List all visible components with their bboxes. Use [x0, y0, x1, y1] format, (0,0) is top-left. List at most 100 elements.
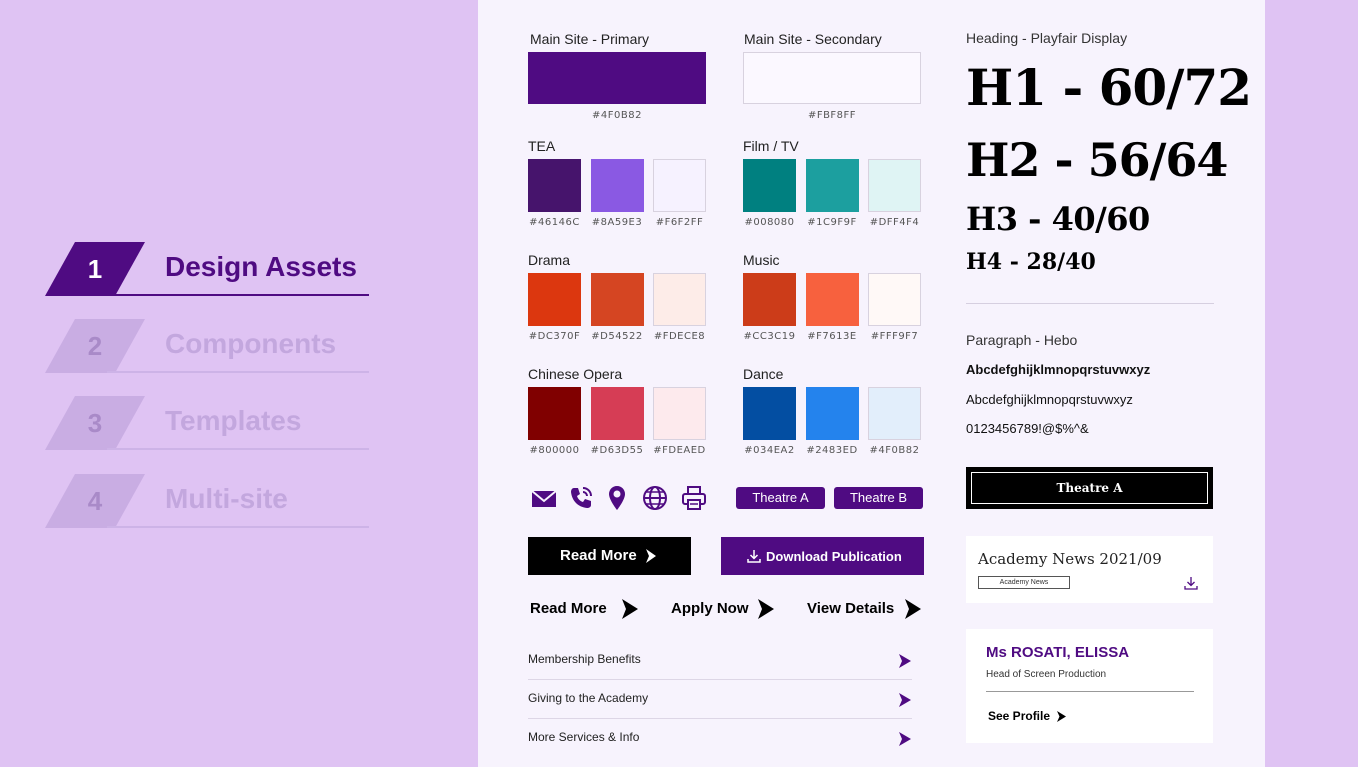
- color-swatch: [868, 159, 921, 212]
- profile-card: Ms ROSATI, ELISSA Head of Screen Product…: [966, 629, 1213, 743]
- profile-role: Head of Screen Production: [986, 669, 1107, 680]
- color-hex-label: #DC370F: [528, 331, 581, 342]
- h3-sample: H3 - 40/60: [966, 200, 1150, 238]
- chevron-right-icon: [758, 599, 774, 619]
- color-group-title: Drama: [528, 252, 571, 268]
- color-swatch: [805, 273, 859, 326]
- step-1[interactable]: 1 Design Assets: [45, 242, 369, 296]
- chevron-right-icon: [622, 599, 638, 619]
- step-badge: 2: [45, 319, 145, 373]
- read-more-button[interactable]: Read More: [528, 537, 691, 575]
- list-item-label: More Services & Info: [528, 730, 640, 744]
- cta-read-more[interactable]: Read More: [530, 599, 638, 619]
- color-swatch: [590, 159, 644, 212]
- color-hex-label: #FFF9F7: [870, 331, 919, 342]
- step-number: 2: [87, 331, 103, 361]
- read-more-button-label: Read More: [560, 547, 637, 564]
- color-swatch: [743, 159, 796, 212]
- chevron-right-icon: [646, 549, 656, 563]
- color-group-title: Chinese Opera: [528, 366, 623, 382]
- step-4[interactable]: 4 Multi-site: [45, 474, 369, 528]
- step-label: Multi-site: [165, 483, 288, 514]
- mail-icon[interactable]: [530, 485, 558, 513]
- color-hex-label: #4F0B82: [869, 445, 920, 456]
- color-swatch: [743, 387, 796, 440]
- color-hex-label: #F7613E: [807, 331, 857, 342]
- color-swatch: [868, 387, 921, 440]
- color-hex-label: #008080: [744, 217, 795, 228]
- main-secondary-hex: #FBF8FF: [807, 110, 857, 121]
- profile-divider: [986, 691, 1194, 692]
- theatre-a-pill[interactable]: Theatre A: [736, 487, 825, 509]
- color-swatch: [590, 387, 644, 440]
- color-hex-label: #800000: [529, 445, 580, 456]
- chevron-right-icon: [899, 654, 911, 668]
- main-secondary-title: Main Site - Secondary: [744, 31, 882, 47]
- color-swatch: [653, 387, 706, 440]
- paragraph-sample-digits: 0123456789!@$%^&: [966, 421, 1089, 436]
- cta-apply-now-label: Apply Now: [671, 600, 749, 617]
- heading-font-label: Heading - Playfair Display: [966, 30, 1128, 46]
- color-swatch: [528, 387, 581, 440]
- globe-icon[interactable]: [641, 484, 669, 512]
- step-2[interactable]: 2 Components: [45, 319, 369, 373]
- cta-view-details[interactable]: View Details: [807, 599, 921, 619]
- download-publication-button[interactable]: Download Publication: [721, 537, 924, 575]
- step-badge: 1: [45, 242, 145, 296]
- see-profile-link[interactable]: See Profile: [988, 709, 1066, 723]
- printer-icon[interactable]: [680, 484, 708, 512]
- step-number: 3: [87, 408, 103, 438]
- design-assets-panel: Main Site - Primary #4F0B82 Main Site - …: [478, 0, 1265, 767]
- color-swatch: [805, 159, 859, 212]
- step-number: 4: [87, 486, 103, 516]
- profile-name: Ms ROSATI, ELISSA: [986, 644, 1130, 661]
- color-hex-label: #1C9F9F: [807, 217, 857, 228]
- step-label: Templates: [165, 405, 302, 436]
- paragraph-font-label: Paragraph - Hebo: [966, 332, 1078, 348]
- step-underline: [107, 294, 369, 296]
- color-hex-label: #034EA2: [744, 445, 795, 456]
- news-card[interactable]: Academy News 2021/09 Academy News: [966, 536, 1213, 603]
- paragraph-sample-bold: Abcdefghijklmnopqrstuvwxyz: [966, 362, 1151, 377]
- divider: [966, 303, 1214, 304]
- color-hex-label: #46146C: [529, 217, 580, 228]
- color-hex-label: #DFF4F4: [869, 217, 920, 228]
- color-hex-label: #2483ED: [806, 445, 858, 456]
- download-button-label: Download Publication: [766, 549, 902, 564]
- cta-apply-now[interactable]: Apply Now: [671, 599, 774, 619]
- h4-sample: H4 - 28/40: [966, 249, 1096, 275]
- paragraph-sample-regular: Abcdefghijklmnopqrstuvwxyz: [966, 392, 1133, 407]
- theatre-a-button[interactable]: Theatre A: [966, 467, 1213, 509]
- step-underline: [107, 526, 369, 528]
- step-underline: [107, 371, 369, 373]
- download-icon: [747, 550, 761, 563]
- step-3[interactable]: 3 Templates: [45, 396, 369, 450]
- step-label: Design Assets: [165, 251, 357, 282]
- list-item[interactable]: Membership Benefits: [528, 641, 912, 680]
- color-group-title: TEA: [528, 138, 556, 154]
- location-pin-icon[interactable]: [603, 484, 631, 512]
- color-hex-label: #CC3C19: [743, 331, 796, 342]
- color-swatch: [743, 273, 796, 326]
- list-item[interactable]: More Services & Info: [528, 719, 912, 758]
- main-secondary-swatch: [743, 52, 921, 104]
- theatre-b-pill[interactable]: Theatre B: [834, 487, 923, 509]
- color-group-title: Film / TV: [743, 138, 799, 154]
- color-hex-label: #FDEAED: [653, 445, 706, 456]
- news-card-tag: Academy News: [978, 576, 1070, 589]
- phone-icon[interactable]: [567, 484, 595, 512]
- color-group-title: Dance: [743, 366, 784, 382]
- chevron-right-icon: [1057, 711, 1066, 722]
- download-icon[interactable]: [1184, 576, 1198, 590]
- color-hex-label: #D63D55: [590, 445, 644, 456]
- step-number: 1: [87, 254, 103, 284]
- color-swatch: [805, 387, 859, 440]
- main-primary-swatch: [528, 52, 706, 104]
- step-underline: [107, 448, 369, 450]
- color-swatch: [653, 273, 706, 326]
- h1-sample: H1 - 60/72: [966, 58, 1252, 117]
- theatre-a-button-label: Theatre A: [1056, 481, 1123, 495]
- list-item[interactable]: Giving to the Academy: [528, 680, 912, 719]
- color-hex-label: #8A59E3: [591, 217, 643, 228]
- list-item-label: Giving to the Academy: [528, 691, 649, 705]
